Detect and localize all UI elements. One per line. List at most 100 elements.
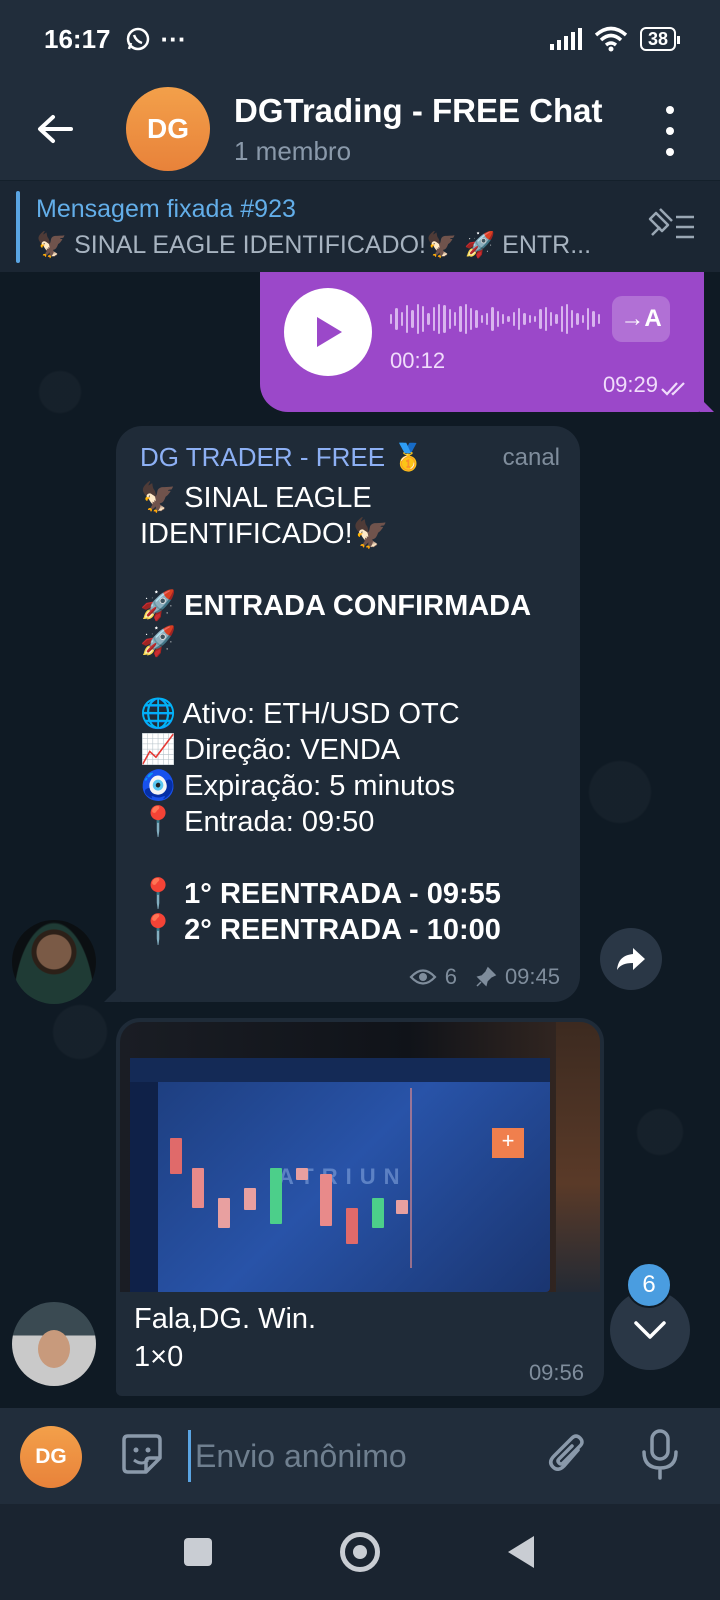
message-line: 🦅 SINAL EAGLE IDENTIFICADO!🦅 (140, 482, 389, 550)
view-count: 6 (444, 964, 457, 989)
message-line: 📈 Direção: VENDA (140, 734, 401, 766)
photo-background (556, 1022, 600, 1292)
chat-header: DG DGTrading - FREE Chat 1 membro (0, 78, 720, 180)
pinned-message-bar[interactable]: Mensagem fixada #923 🦅 SINAL EAGLE IDENT… (0, 180, 720, 272)
recents-button[interactable] (184, 1538, 212, 1566)
chat-avatar[interactable]: DG (126, 87, 210, 171)
candle (320, 1174, 332, 1226)
waveform-bar (560, 306, 563, 332)
channel-message-bubble[interactable]: DG TRADER - FREE 🥇 canal 🦅 SINAL EAGLE I… (104, 426, 580, 1002)
chat-title: DGTrading - FREE Chat (234, 91, 603, 129)
sticker-icon[interactable] (118, 1430, 166, 1478)
channel-tag: canal (502, 444, 560, 471)
double-check-icon (661, 382, 685, 396)
waveform-bar (576, 313, 579, 325)
whatsapp-icon (126, 27, 149, 51)
waveform-bar (464, 304, 467, 334)
waveform-bar (501, 314, 505, 324)
waveform-bar (597, 314, 601, 324)
caption-line: Fala,DG. Win. (134, 1303, 317, 1335)
trading-screenshot-photo[interactable]: ATRIUN + (120, 1022, 600, 1292)
unread-count-badge: 6 (626, 1262, 672, 1308)
waveform-bar (480, 315, 483, 323)
message-line (140, 660, 570, 696)
signal-icon (549, 28, 582, 50)
waveform-bar (437, 304, 441, 334)
waveform-bar (491, 307, 494, 331)
play-icon (317, 317, 342, 347)
send-as-avatar[interactable]: DG (20, 1426, 82, 1488)
eye-icon (409, 969, 437, 985)
pinned-preview: 🦅 SINAL EAGLE IDENTIFICADO!🦅 🚀 ENTR... (36, 231, 592, 259)
waveform-bar (416, 304, 419, 334)
waveform-bar (421, 306, 425, 332)
chart-marker-line (410, 1088, 412, 1268)
waveform-bar (544, 307, 547, 331)
candle (170, 1138, 182, 1174)
waveform-bar (485, 313, 489, 325)
chat-title-block[interactable]: DGTrading - FREE Chat 1 membro (234, 92, 603, 167)
message-line: 📍 1° REENTRADA - 09:55 (140, 878, 501, 910)
waveform-bar (448, 309, 451, 329)
message-input-bar: DG (0, 1408, 720, 1504)
wifi-icon (594, 26, 628, 52)
candle (296, 1168, 308, 1180)
pinned-title: Mensagem fixada #923 (36, 195, 296, 223)
pin-icon (476, 966, 497, 987)
message-meta: 6 09:45 (409, 964, 560, 990)
menu-dot (666, 127, 674, 135)
photo-message-time: 09:56 (528, 1360, 584, 1385)
waveform-bar (475, 310, 478, 328)
photo-message-bubble[interactable]: ATRIUN + Fala,DG. Win. 1×0 09:56 (116, 1018, 604, 1396)
message-line: 📍 2° REENTRADA - 10:00 (140, 914, 501, 946)
transcribe-button[interactable]: →A (612, 296, 670, 342)
status-time: 16:17 (44, 23, 111, 54)
waveform-bar (443, 305, 446, 333)
candle (192, 1168, 204, 1208)
microphone-icon[interactable] (640, 1428, 680, 1482)
caption-line: 1×0 (134, 1341, 184, 1373)
share-arrow-icon (617, 948, 645, 970)
share-button[interactable] (600, 928, 662, 990)
paperclip-icon[interactable] (548, 1430, 588, 1478)
candle (372, 1198, 384, 1228)
sender-avatar[interactable] (12, 920, 96, 1004)
back-nav-button[interactable] (508, 1536, 534, 1568)
sender-avatar[interactable] (12, 1302, 96, 1386)
pinned-list-icon[interactable] (646, 205, 696, 245)
home-button[interactable] (340, 1532, 380, 1572)
message-line: 📍 Entrada: 09:50 (140, 806, 375, 838)
pinned-indicator (16, 191, 20, 263)
message-sender[interactable]: DG TRADER - FREE 🥇 (140, 442, 425, 473)
status-bar: 16:17 ··· 38 (0, 0, 720, 78)
voice-duration: 00:12 (390, 348, 446, 373)
message-line (140, 552, 570, 588)
waveform-bar (565, 304, 569, 334)
waveform-bar (528, 315, 531, 323)
photo-caption: Fala,DG. Win. 1×0 (134, 1300, 316, 1376)
more-menu-button[interactable] (660, 106, 680, 156)
back-button[interactable] (0, 78, 110, 180)
waveform-bar (405, 305, 409, 333)
waveform-bar (512, 312, 515, 326)
battery-icon: 38 (639, 27, 681, 51)
voice-message-bubble[interactable]: →A 00:12 09:29 (260, 272, 714, 412)
waveform-bar (555, 314, 558, 324)
waveform-bar (533, 316, 537, 322)
platform-topbar (130, 1058, 550, 1082)
waveform-bar (395, 308, 398, 330)
waveform-bar (571, 310, 574, 328)
play-button[interactable] (284, 288, 372, 376)
candle (270, 1168, 282, 1224)
voice-waveform[interactable] (390, 302, 601, 336)
waveform-bar (432, 307, 435, 331)
chevron-down-icon (634, 1321, 666, 1339)
platform-plus-button: + (492, 1128, 524, 1158)
waveform-bar (411, 310, 414, 328)
message-line: 🚀 ENTRADA CONFIRMADA 🚀 (140, 590, 530, 658)
waveform-bar (427, 313, 430, 325)
message-input[interactable] (188, 1430, 528, 1482)
waveform-bar (592, 311, 595, 327)
candle (244, 1188, 256, 1210)
candle (346, 1208, 358, 1244)
